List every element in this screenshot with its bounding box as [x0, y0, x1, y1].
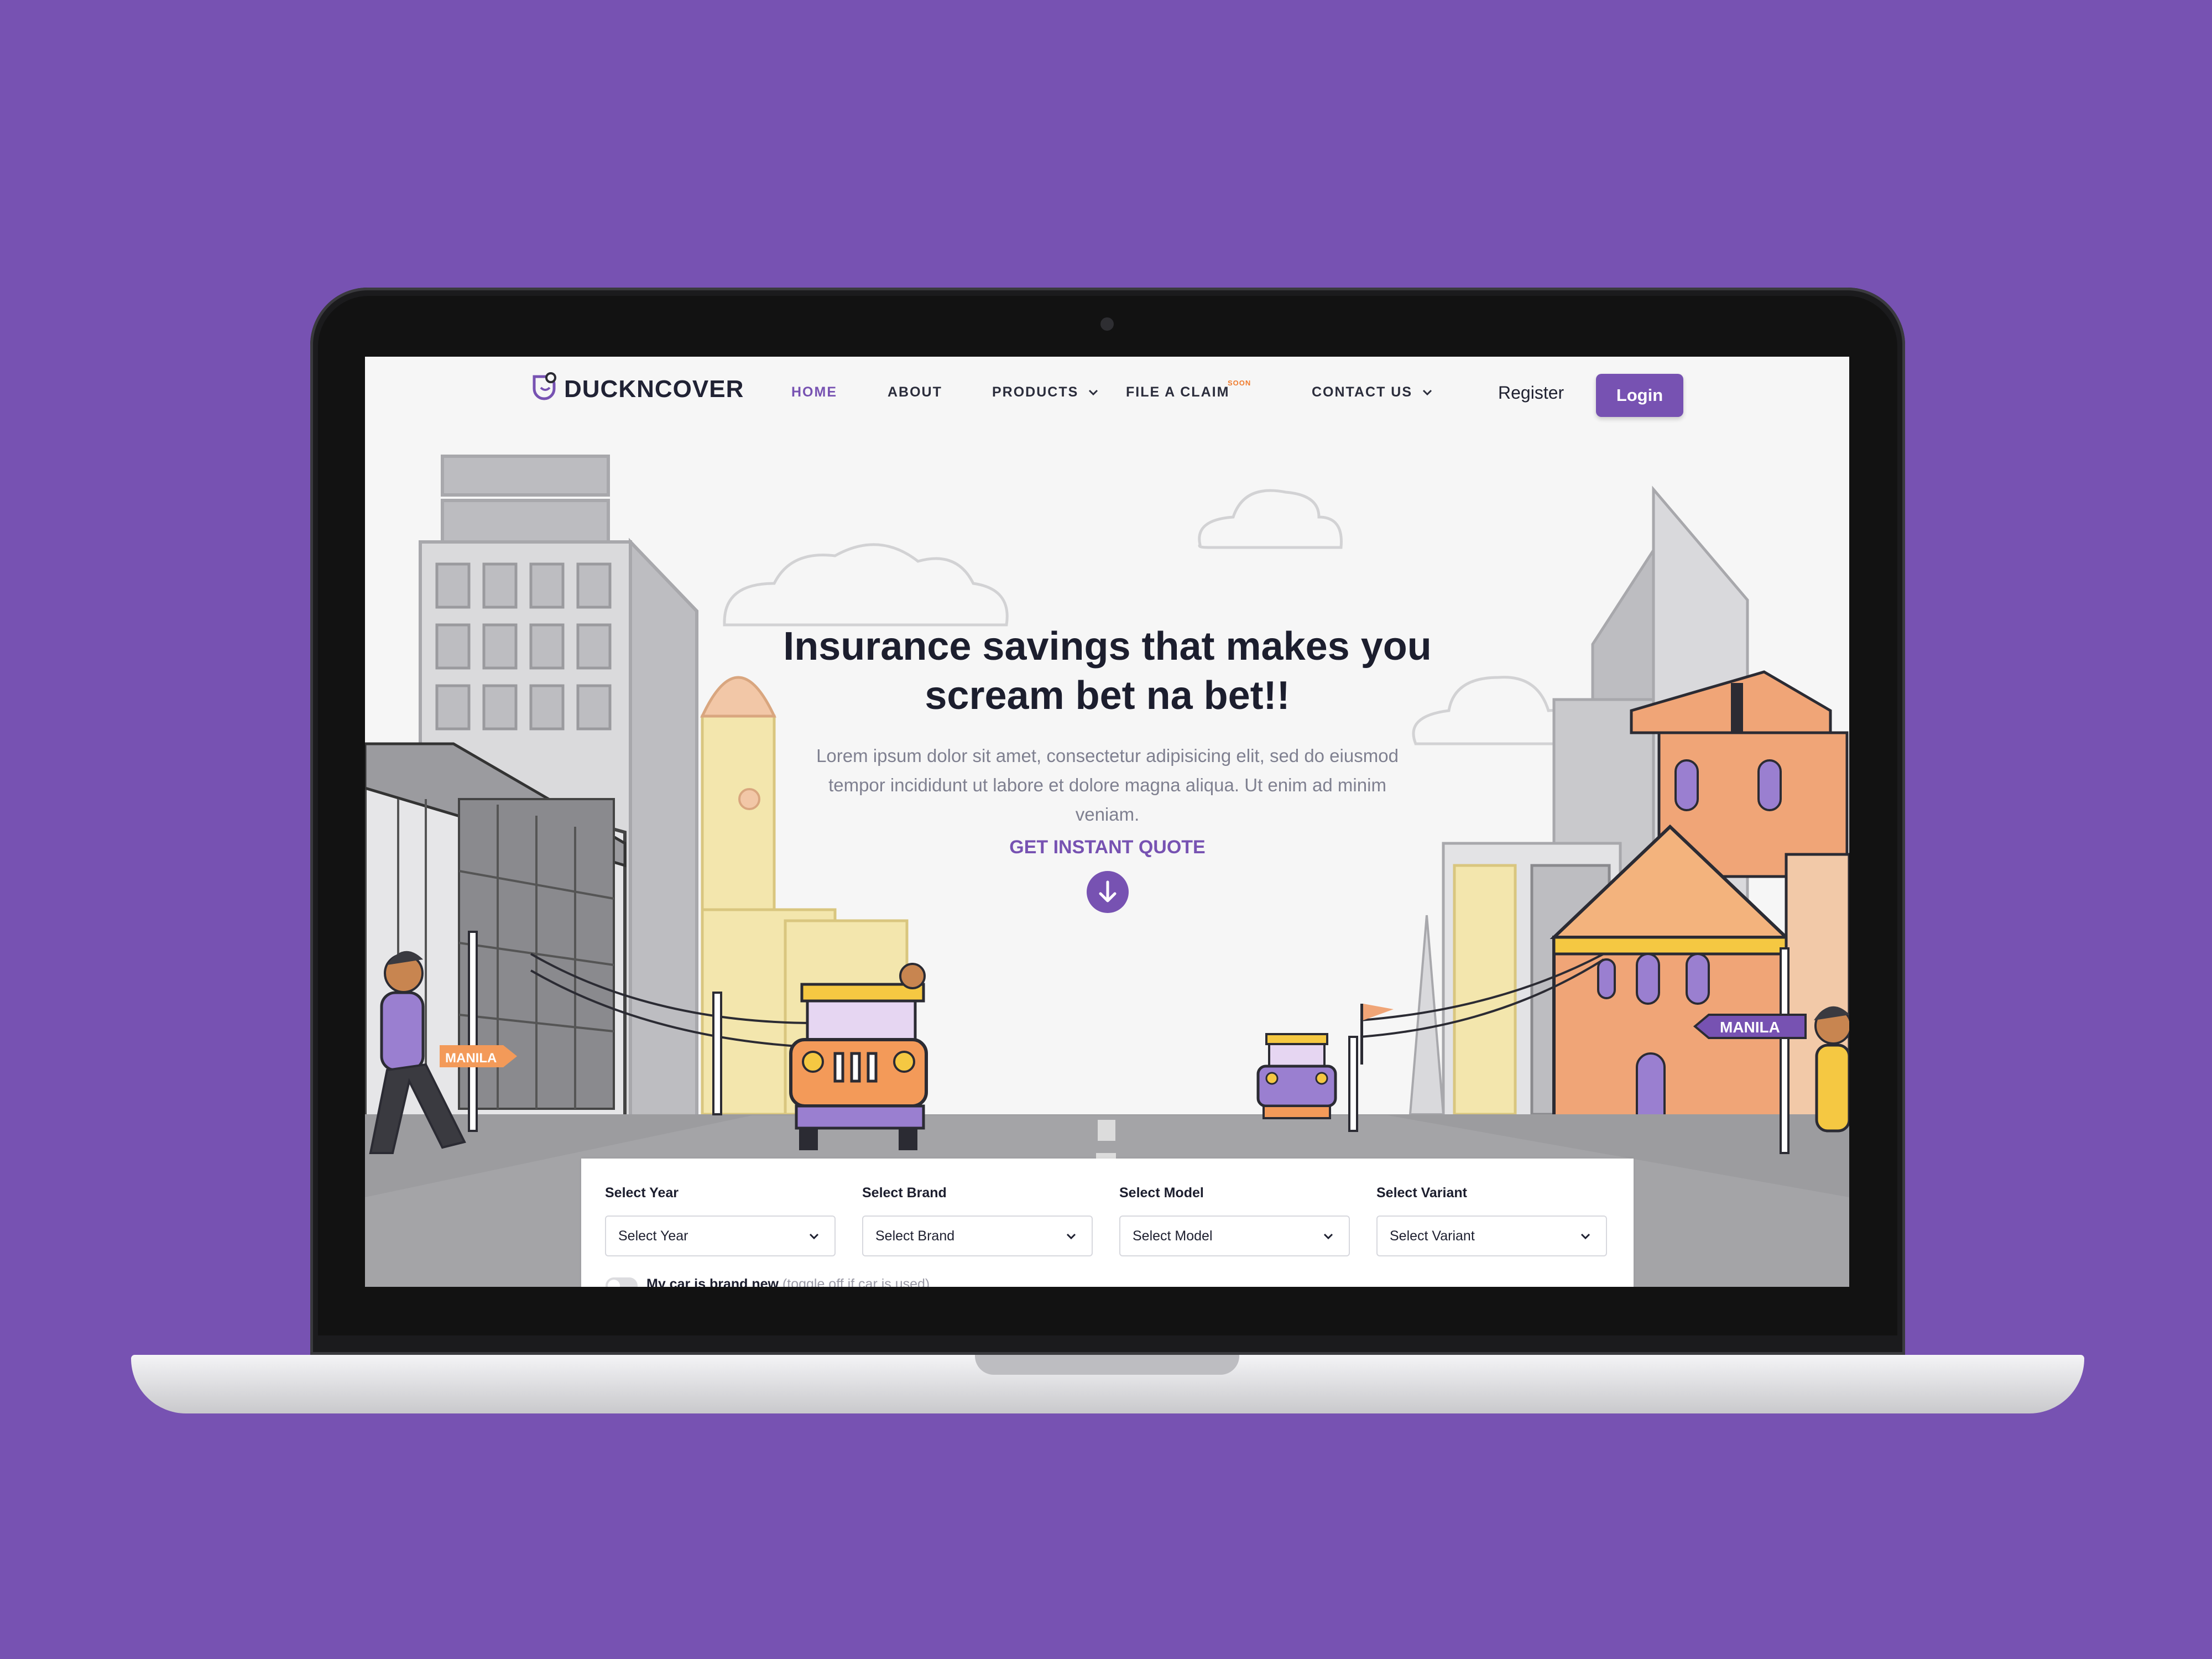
variant-select[interactable]: Select Variant: [1376, 1215, 1607, 1256]
chevron-down-icon: [1066, 1233, 1076, 1240]
year-select-value: Select Year: [618, 1228, 688, 1244]
brand-name: DUCKNCOVER: [564, 375, 744, 403]
model-label: Select Model: [1119, 1185, 1204, 1201]
login-button[interactable]: Login: [1596, 374, 1683, 417]
chevron-down-icon: [1422, 390, 1432, 396]
chevron-down-icon: [809, 1233, 819, 1240]
chevron-down-icon: [1323, 1233, 1333, 1240]
nav-about[interactable]: ABOUT: [888, 384, 942, 400]
year-label: Select Year: [605, 1185, 679, 1201]
top-nav: DUCKNCOVER HOME ABOUT PRODUCTS FILE A CL…: [365, 357, 1849, 440]
jeepney-left: [789, 963, 928, 1150]
nav-home[interactable]: HOME: [791, 384, 837, 400]
duck-logo-icon: [533, 372, 556, 400]
variant-label: Select Variant: [1376, 1185, 1467, 1201]
sign-right-label: MANILA: [1720, 1019, 1780, 1036]
arrow-down-circle-icon[interactable]: [1087, 871, 1129, 913]
street-sign-right: MANILA: [1693, 1014, 1807, 1039]
brand-select-value: Select Brand: [875, 1228, 955, 1244]
model-select-value: Select Model: [1133, 1228, 1213, 1244]
street-sign-left: MANILA: [440, 1045, 517, 1067]
nav-file-claim[interactable]: FILE A CLAIM: [1126, 384, 1229, 400]
browser-screen: MANILA MANILA DUCKNCOVER HOME ABOUT PROD…: [365, 357, 1849, 1287]
quote-form-card: Select Year Select Year Select Brand Sel…: [581, 1159, 1634, 1287]
nav-products[interactable]: PRODUCTS: [992, 384, 1099, 400]
sign-left-label: MANILA: [445, 1051, 497, 1066]
chevron-down-icon: [1580, 1233, 1590, 1240]
nav-products-label: PRODUCTS: [992, 384, 1079, 400]
brand-label: Select Brand: [862, 1185, 947, 1201]
chevron-down-icon: [1089, 390, 1098, 396]
nav-contact[interactable]: CONTACT US: [1312, 384, 1433, 400]
hero-title: Insurance savings that makes you scream …: [783, 624, 1432, 718]
soon-badge: SOON: [1228, 379, 1251, 387]
get-quote-link[interactable]: GET INSTANT QUOTE: [973, 837, 1241, 858]
variant-select-value: Select Variant: [1390, 1228, 1475, 1244]
jeepney-right: [1256, 1033, 1337, 1119]
brand-select[interactable]: Select Brand: [862, 1215, 1093, 1256]
toggle-label-text: My car is brand new: [646, 1276, 779, 1287]
toggle-hint: (toggle off if car is used): [782, 1276, 930, 1287]
model-select[interactable]: Select Model: [1119, 1215, 1350, 1256]
laptop-notch: [975, 1355, 1239, 1375]
pedestrian-right: [1814, 1006, 1849, 1133]
year-select[interactable]: Select Year: [605, 1215, 836, 1256]
hero-subtitle: Lorem ipsum dolor sit amet, consectetur …: [816, 745, 1399, 825]
nav-contact-label: CONTACT US: [1312, 384, 1413, 400]
brand-new-toggle-label: My car is brand new (toggle off if car i…: [646, 1276, 930, 1287]
camera-dot: [1100, 317, 1114, 331]
register-link[interactable]: Register: [1498, 383, 1564, 403]
